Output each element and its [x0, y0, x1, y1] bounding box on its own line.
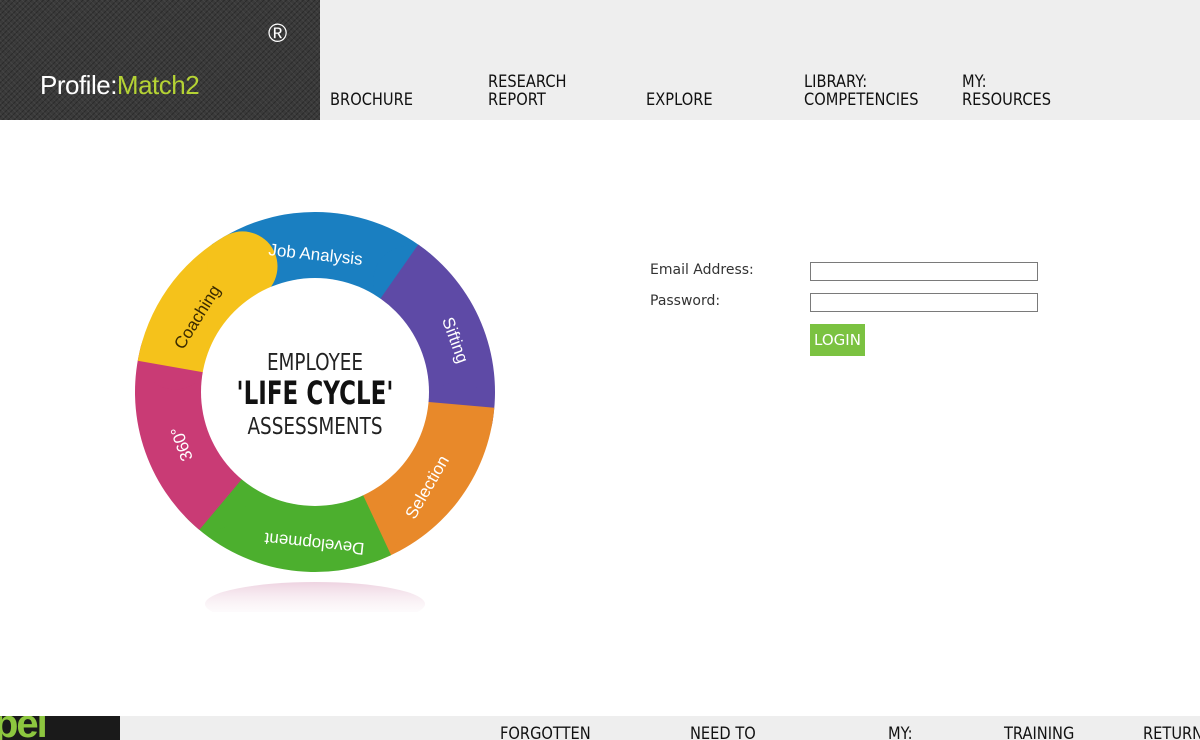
center-text-line2: 'LIFE CYCLE': [237, 374, 394, 412]
nav-my-resources[interactable]: MY: RESOURCES: [962, 73, 1051, 109]
center-text-line1: EMPLOYEE: [267, 349, 363, 376]
footer-logo[interactable]: pel: [0, 716, 120, 740]
login-button[interactable]: LOGIN: [810, 324, 865, 356]
logo-text-part2: Match2: [116, 70, 200, 100]
life-cycle-graphic: EMPLOYEE 'LIFE CYCLE' ASSESSMENTS Job An…: [132, 212, 502, 626]
nav-research-report-line2: REPORT: [488, 90, 546, 110]
nav-explore[interactable]: EXPLORE: [646, 91, 713, 109]
footer: pel FORGOTTEN NEED TO MY: TRAINING RETUR…: [0, 716, 1200, 740]
footer-need-to[interactable]: NEED TO: [690, 724, 756, 740]
logo[interactable]: Profile:Match2 ®: [0, 0, 320, 120]
footer-logo-text: pel: [0, 716, 48, 740]
email-field[interactable]: [810, 262, 1038, 281]
footer-forgotten[interactable]: FORGOTTEN: [500, 724, 591, 740]
footer-return[interactable]: RETURN: [1143, 724, 1200, 740]
nav-explore-label: EXPLORE: [646, 90, 713, 110]
nav-library-line2: COMPETENCIES: [804, 90, 919, 110]
logo-text: Profile:Match2: [40, 70, 200, 101]
life-cycle-ring: EMPLOYEE 'LIFE CYCLE' ASSESSMENTS Job An…: [135, 212, 495, 626]
nav-my-resources-line1: MY:: [962, 72, 987, 92]
ring-reflection: [205, 582, 425, 626]
nav-brochure[interactable]: BROCHURE: [330, 91, 413, 109]
nav-brochure-label: BROCHURE: [330, 90, 414, 110]
nav-my-resources-line2: RESOURCES: [962, 90, 1052, 110]
footer-training[interactable]: TRAINING: [1004, 724, 1074, 740]
email-label: Email Address:: [650, 262, 754, 278]
header: Profile:Match2 ® BROCHURE RESEARCH REPOR…: [0, 0, 1200, 120]
nav-library-competencies[interactable]: LIBRARY: COMPETENCIES: [804, 73, 919, 109]
nav-research-report[interactable]: RESEARCH REPORT: [488, 73, 567, 109]
footer-my[interactable]: MY:: [888, 724, 913, 740]
password-field[interactable]: [810, 293, 1038, 312]
registered-mark: ®: [268, 18, 288, 48]
center-text-line3: ASSESSMENTS: [247, 413, 382, 440]
nav-research-report-line1: RESEARCH: [488, 72, 567, 92]
password-label: Password:: [650, 293, 721, 309]
logo-text-part1: Profile:: [40, 70, 117, 100]
nav-library-line1: LIBRARY:: [804, 72, 868, 92]
